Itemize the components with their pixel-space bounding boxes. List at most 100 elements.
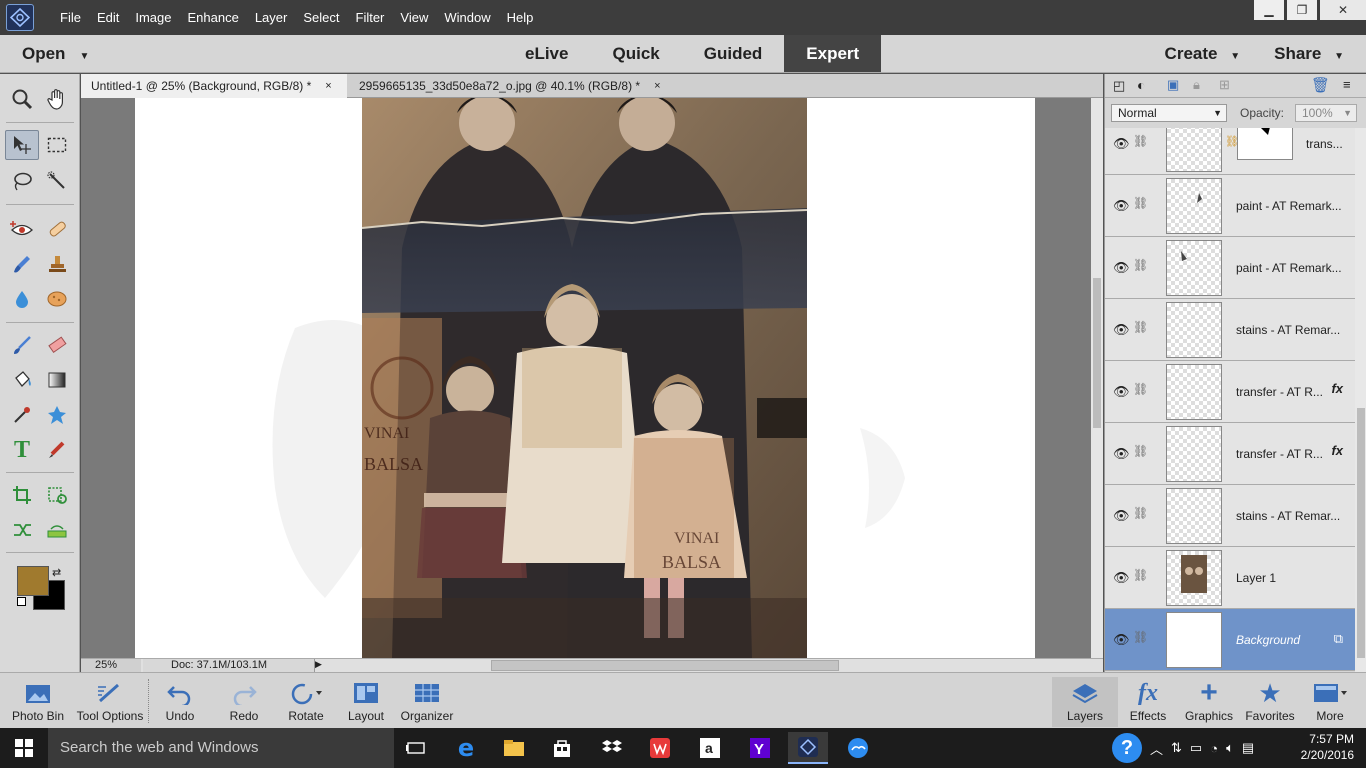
marquee-tool-icon[interactable] (40, 130, 74, 160)
layer-row[interactable]: 👁︎ ⛓︎ Layer 1 (1105, 547, 1355, 609)
background-lock-icon[interactable]: ⧉ (1334, 631, 1343, 647)
volume-icon[interactable]: 🔈︎ (1226, 740, 1234, 756)
smart-brush-tool-icon[interactable] (5, 249, 39, 279)
layer-row[interactable]: 👁︎ ⛓︎ transfer - AT R... fx (1105, 423, 1355, 485)
rotate-button[interactable]: Rotate (272, 677, 340, 727)
mode-quick[interactable]: Quick (590, 35, 681, 72)
scroll-thumb[interactable] (1357, 408, 1365, 658)
scroll-thumb[interactable] (1093, 278, 1101, 428)
visibility-eye-icon[interactable]: 👁︎ (1113, 260, 1130, 276)
layout-button[interactable]: Layout (332, 677, 400, 727)
delete-layer-icon[interactable]: 🗑︎ (1311, 76, 1330, 94)
tab-untitled-1[interactable]: Untitled-1 @ 25% (Background, RGB/8) * × (81, 74, 347, 98)
organizer-button[interactable]: Organizer (393, 677, 461, 727)
wifi-icon[interactable]: ◔ (1210, 741, 1218, 756)
default-colors-icon[interactable] (17, 597, 26, 606)
pencil-tool-icon[interactable] (40, 435, 74, 465)
layer-row[interactable]: 👁︎ ⛓︎ transfer - AT R... fx (1105, 361, 1355, 423)
store-icon[interactable] (542, 732, 582, 764)
mode-elive[interactable]: eLive (503, 35, 590, 72)
link-icon[interactable]: ⛓︎ (1133, 506, 1148, 520)
visibility-eye-icon[interactable]: 👁︎ (1113, 198, 1130, 214)
minimize-button[interactable]: ▁ (1254, 0, 1284, 20)
link-icon[interactable]: ⛓︎ (1133, 444, 1148, 458)
effects-button[interactable]: fx Effects (1114, 677, 1182, 727)
photo-bin-button[interactable]: Photo Bin (4, 677, 72, 727)
redo-button[interactable]: Redo (210, 677, 278, 727)
layer-row[interactable]: 👁︎ ⛓︎ stains - AT Remar... (1105, 485, 1355, 547)
eraser-tool-icon[interactable] (40, 330, 74, 360)
horizontal-scroll-thumb[interactable] (491, 660, 839, 671)
menu-layer[interactable]: Layer (247, 10, 296, 25)
new-layer-icon[interactable]: ◰ (1113, 78, 1125, 94)
yahoo-icon[interactable]: Y (740, 732, 780, 764)
chevron-down-icon[interactable]: ▼ (79, 51, 89, 62)
layers-scrollbar[interactable] (1355, 128, 1366, 672)
restore-button[interactable]: ❐ (1287, 0, 1317, 20)
brush-tool-icon[interactable] (5, 330, 39, 360)
lasso-tool-icon[interactable] (5, 166, 39, 196)
red-eye-tool-icon[interactable] (5, 214, 39, 244)
open-button[interactable]: Open ▼ (22, 44, 89, 64)
mode-expert[interactable]: Expert (784, 35, 882, 72)
layers-button[interactable]: Layers (1052, 677, 1118, 727)
link-icon[interactable]: ⛓︎ (1133, 382, 1148, 396)
taskbar-clock[interactable]: 7:57 PM 2/20/2016 (1301, 731, 1354, 763)
quick-selection-tool-icon[interactable] (40, 166, 74, 196)
layer-row[interactable]: 👁︎ ⛓︎ ⛓︎ trans... (1105, 128, 1355, 175)
link-icon[interactable]: ⛓︎ (1133, 568, 1148, 582)
taskbar-search-box[interactable]: Search the web and Windows (48, 728, 394, 768)
menu-edit[interactable]: Edit (89, 10, 127, 25)
tab-jpg-file[interactable]: 2959665135_33d50e8a72_o.jpg @ 40.1% (RGB… (349, 74, 679, 98)
vertical-scrollbar[interactable] (1091, 98, 1103, 658)
dropbox-icon[interactable] (592, 732, 632, 764)
file-explorer-icon[interactable] (494, 732, 534, 764)
type-tool-icon[interactable]: T (5, 435, 39, 465)
tool-options-button[interactable]: Tool Options (76, 677, 144, 727)
cloud-app-icon[interactable] (838, 732, 878, 764)
canvas-area[interactable]: VINAI BALSA VINAI BALSA (81, 98, 1091, 658)
vintage-photo-layer[interactable]: VINAI BALSA VINAI BALSA (362, 98, 807, 658)
wps-office-icon[interactable] (640, 732, 680, 764)
share-button[interactable]: Share ▼ (1274, 44, 1344, 64)
chevron-up-icon[interactable]: ︿ (1150, 739, 1163, 758)
blur-tool-icon[interactable] (5, 284, 39, 314)
visibility-eye-icon[interactable]: 👁︎ (1113, 136, 1130, 152)
mode-guided[interactable]: Guided (682, 35, 785, 72)
hand-tool-icon[interactable] (40, 84, 74, 114)
battery-icon[interactable]: ▭ (1190, 740, 1202, 756)
edge-browser-icon[interactable]: e (446, 732, 486, 764)
visibility-eye-icon[interactable]: 👁︎ (1113, 570, 1130, 586)
visibility-eye-icon[interactable]: 👁︎ (1113, 508, 1130, 524)
link-icon[interactable]: ⛓︎ (1133, 196, 1148, 210)
paint-bucket-tool-icon[interactable] (5, 365, 39, 395)
menu-help[interactable]: Help (499, 10, 542, 25)
eyedropper-tool-icon[interactable] (5, 400, 39, 430)
lock-transparency-icon[interactable]: ⊞ (1219, 77, 1230, 93)
visibility-eye-icon[interactable]: 👁︎ (1113, 322, 1130, 338)
more-button[interactable]: More (1296, 677, 1364, 727)
sponge-tool-icon[interactable] (40, 284, 74, 314)
link-icon[interactable]: ⛓︎ (1133, 320, 1148, 334)
graphics-button[interactable]: + Graphics (1175, 676, 1243, 727)
link-icon[interactable]: ⛓︎ (1133, 258, 1148, 272)
notifications-icon[interactable]: ▤ (1242, 740, 1254, 756)
visibility-eye-icon[interactable]: 👁︎ (1113, 632, 1130, 648)
link-icon[interactable]: ⛓︎ (1133, 134, 1148, 148)
lock-icon[interactable]: 🔒︎ (1193, 77, 1200, 93)
straighten-tool-icon[interactable] (40, 515, 74, 545)
crop-tool-icon[interactable] (5, 480, 39, 510)
menu-enhance[interactable]: Enhance (180, 10, 247, 25)
custom-shape-tool-icon[interactable] (40, 400, 74, 430)
start-button[interactable] (0, 728, 48, 768)
content-aware-move-tool-icon[interactable] (5, 515, 39, 545)
foreground-color-swatch[interactable] (17, 566, 49, 596)
visibility-eye-icon[interactable]: 👁︎ (1113, 384, 1130, 400)
opacity-field[interactable]: 100% ▼ (1295, 104, 1357, 122)
layer-mask-icon[interactable]: ▣ (1167, 77, 1179, 93)
menu-window[interactable]: Window (436, 10, 498, 25)
swap-colors-icon[interactable]: ⇄ (52, 566, 61, 579)
menu-image[interactable]: Image (127, 10, 179, 25)
visibility-eye-icon[interactable]: 👁︎ (1113, 446, 1130, 462)
layer-row[interactable]: 👁︎ ⛓︎ paint - AT Remark... (1105, 237, 1355, 299)
